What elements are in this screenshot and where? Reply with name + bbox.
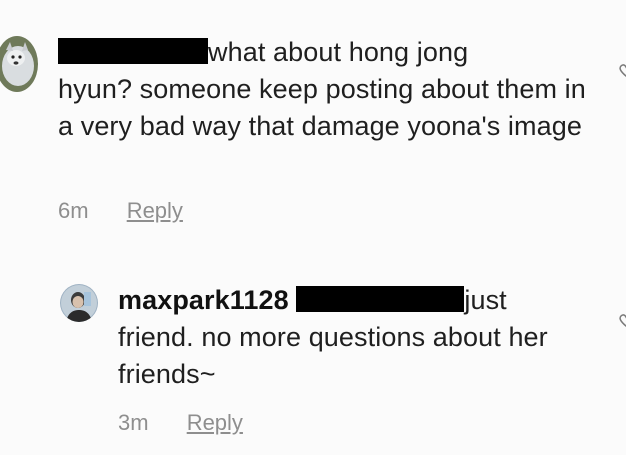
dog-avatar-icon [0, 36, 38, 92]
heart-outline-icon[interactable] [618, 312, 626, 328]
comment-username[interactable]: maxpark1128 [118, 285, 289, 315]
heart-outline-icon[interactable] [618, 62, 626, 78]
redacted-mention [296, 286, 465, 312]
comment-text-body: hyun? someone keep posting about them in… [58, 74, 586, 141]
redacted-username [58, 38, 208, 64]
reply-button[interactable]: Reply [127, 198, 183, 223]
comment-timestamp: 3m [118, 410, 149, 435]
comment-text: maxpark1128 just friend. no more questio… [118, 282, 598, 393]
comment-meta: 3m Reply [118, 410, 243, 436]
comment-meta: 6m Reply [58, 198, 183, 224]
user-avatar[interactable] [60, 284, 98, 322]
person-avatar-icon [60, 284, 98, 322]
comment-thread: what about hong jong hyun? someone keep … [0, 0, 626, 455]
comment-timestamp: 6m [58, 198, 89, 223]
comment-text-line: what about hong jong [208, 37, 469, 67]
comment-text-body: friend. no more questions about her frie… [118, 322, 548, 389]
comment-text-line: just [464, 285, 507, 315]
reply-button[interactable]: Reply [187, 410, 243, 435]
user-avatar[interactable] [0, 36, 38, 92]
comment-text: what about hong jong hyun? someone keep … [58, 34, 598, 145]
